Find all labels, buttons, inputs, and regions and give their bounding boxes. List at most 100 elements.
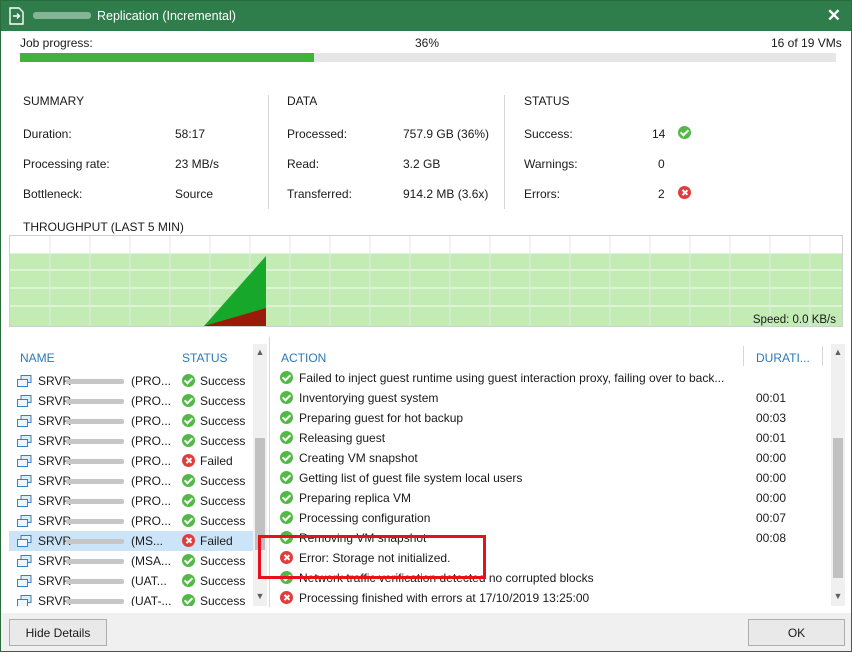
redacted-vm-id: [66, 579, 124, 584]
action-log-row[interactable]: Preparing replica VM 00:00: [276, 488, 831, 508]
action-log-row[interactable]: Releasing guest 00:01: [276, 428, 831, 448]
redacted-vm-id: [66, 599, 124, 604]
success-icon: [182, 414, 195, 427]
vm-status: Success: [182, 394, 245, 408]
scroll-up-icon[interactable]: ▲: [254, 347, 266, 357]
action-log-row[interactable]: Processing finished with errors at 17/10…: [276, 588, 831, 606]
vm-description: (PRO...: [131, 434, 172, 448]
action-duration: 00:00: [756, 491, 787, 505]
vm-list-scroll-thumb[interactable]: [255, 438, 265, 550]
window-title: Replication (Incremental): [97, 9, 236, 23]
action-log-scrollbar[interactable]: ▲ ▼: [831, 344, 845, 606]
processed-value: 757.9 GB (36%): [403, 127, 490, 141]
vm-list-row[interactable]: SRVR (UAT... Success: [9, 571, 259, 591]
vm-description: (PRO...: [131, 454, 172, 468]
vm-status-text: Success: [200, 554, 246, 568]
vm-list: SRVR (PRO... Success SRVR (PRO... Success SRVR…: [9, 344, 268, 606]
action-log-row[interactable]: Failed to inject guest runtime using gue…: [276, 368, 831, 388]
replication-window: Replication (Incremental) ✕ Job progress…: [0, 0, 852, 652]
vm-status: Success: [182, 554, 245, 568]
duration-value: 58:17: [175, 127, 206, 141]
vm-icon: [17, 595, 32, 606]
success-icon: [182, 494, 195, 507]
vm-icon: [17, 555, 32, 567]
vm-status: Failed: [182, 534, 233, 548]
vm-icon: [17, 495, 32, 507]
action-log-row[interactable]: Inventorying guest system 00:01: [276, 388, 831, 408]
hide-details-button[interactable]: Hide Details: [9, 619, 107, 646]
action-log-row[interactable]: Processing configuration 00:07: [276, 508, 831, 528]
throughput-graph: [10, 236, 842, 326]
success-icon: [280, 411, 293, 424]
action-text: Getting list of guest file system local …: [299, 471, 523, 485]
ok-button[interactable]: OK: [748, 619, 845, 646]
warnings-count: 0: [658, 157, 665, 171]
close-icon[interactable]: ✕: [827, 6, 841, 26]
vm-description: (MSA...: [131, 554, 172, 568]
vm-icon: [17, 395, 32, 407]
scroll-down-icon[interactable]: ▼: [254, 591, 266, 601]
read-label: Read:: [287, 157, 320, 171]
action-log-row[interactable]: Creating VM snapshot 00:00: [276, 448, 831, 468]
vm-list-row[interactable]: SRVR (MSA... Success: [9, 551, 259, 571]
vm-status: Success: [182, 434, 245, 448]
vm-list-row[interactable]: SRVR (PRO... Success: [9, 431, 259, 451]
vm-list-row[interactable]: SRVR (MS... Failed: [9, 531, 259, 551]
redacted-vm-id: [66, 439, 124, 444]
action-log-row[interactable]: Getting list of guest file system local …: [276, 468, 831, 488]
success-label: Success:: [524, 127, 573, 141]
action-duration: 00:01: [756, 431, 787, 445]
action-text: Failed to inject guest runtime using gue…: [299, 371, 725, 385]
transferred-label: Transferred:: [287, 187, 352, 201]
vm-list-row[interactable]: SRVR (PRO... Failed: [9, 451, 259, 471]
action-text: Processing finished with errors at 17/10…: [299, 591, 590, 605]
action-log-row[interactable]: Preparing guest for hot backup 00:03: [276, 408, 831, 428]
vm-status: Success: [182, 594, 245, 606]
success-icon: [280, 511, 293, 524]
vm-status-text: Failed: [200, 534, 233, 548]
redacted-vm-id: [66, 559, 124, 564]
redacted-vm-id: [66, 479, 124, 484]
dialog-footer: [1, 613, 851, 651]
vm-status-text: Success: [200, 414, 246, 428]
success-icon: [182, 514, 195, 527]
vm-list-row[interactable]: SRVR (PRO... Success: [9, 411, 259, 431]
success-icon: [182, 554, 195, 567]
vm-status-text: Success: [200, 574, 246, 588]
action-duration: 00:01: [756, 391, 787, 405]
vm-list-row[interactable]: SRVR (UAT-... Success: [9, 591, 259, 606]
transferred-value: 914.2 MB (3.6x): [403, 187, 489, 201]
throughput-chart: Speed: 0.0 KB/s: [9, 235, 843, 327]
success-icon: [280, 471, 293, 484]
throughput-title: THROUGHPUT (LAST 5 MIN): [23, 220, 184, 234]
scroll-up-icon[interactable]: ▲: [832, 347, 844, 357]
job-progress-vm-count: 16 of 19 VMs: [771, 36, 842, 50]
vm-icon: [17, 455, 32, 467]
processed-label: Processed:: [287, 127, 348, 141]
data-title: DATA: [287, 94, 318, 108]
success-icon: [182, 394, 195, 407]
bottleneck-value: Source: [175, 187, 214, 201]
vm-status-text: Success: [200, 434, 246, 448]
vm-list-row[interactable]: SRVR (PRO... Success: [9, 371, 259, 391]
scroll-down-icon[interactable]: ▼: [832, 591, 844, 601]
vm-icon: [17, 535, 32, 547]
vm-list-row[interactable]: SRVR (PRO... Success: [9, 511, 259, 531]
vm-list-row[interactable]: SRVR (PRO... Success: [9, 471, 259, 491]
error-icon: [678, 186, 691, 199]
success-icon: [280, 391, 293, 404]
vm-status: Success: [182, 414, 245, 428]
vm-list-row[interactable]: SRVR (PRO... Success: [9, 491, 259, 511]
vm-description: (PRO...: [131, 494, 172, 508]
redacted-vm-id: [66, 519, 124, 524]
action-log-scroll-thumb[interactable]: [833, 438, 843, 578]
success-icon: [182, 434, 195, 447]
success-icon: [182, 594, 195, 606]
title-bar: Replication (Incremental) ✕: [1, 1, 851, 31]
vm-icon: [17, 475, 32, 487]
vm-list-row[interactable]: SRVR (PRO... Success: [9, 391, 259, 411]
status-title: STATUS: [524, 94, 570, 108]
action-text: Processing configuration: [299, 511, 431, 525]
vm-status-text: Success: [200, 594, 246, 606]
vm-description: (MS...: [131, 534, 163, 548]
